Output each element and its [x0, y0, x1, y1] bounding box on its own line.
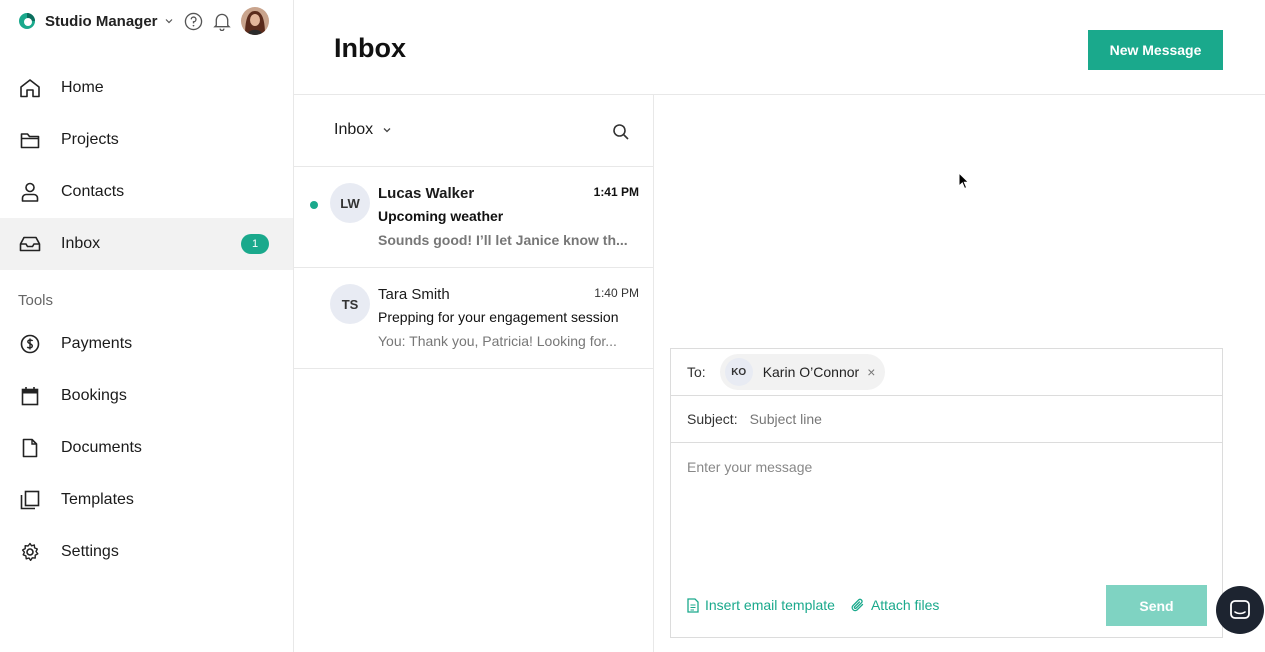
new-message-button[interactable]: New Message	[1088, 30, 1223, 70]
recipient-chip[interactable]: KO Karin O’Connor ×	[719, 354, 886, 390]
sidebar-item-label: Contacts	[61, 183, 125, 200]
sidebar-item-home[interactable]: Home	[0, 62, 293, 114]
chevron-down-icon	[165, 19, 172, 24]
chevron-down-icon	[383, 128, 391, 133]
sender-name: Tara Smith	[378, 286, 450, 303]
sender-avatar: TS	[330, 284, 370, 324]
paperclip-icon	[851, 598, 864, 611]
sidebar-item-contacts[interactable]: Contacts	[0, 166, 293, 218]
message-time: 1:40 PM	[594, 286, 639, 300]
dollar-icon	[19, 333, 41, 355]
insert-email-template-label: Insert email template	[705, 597, 835, 613]
attach-files-label: Attach files	[870, 597, 940, 613]
message-row[interactable]: LW Lucas Walker 1:41 PM Upcoming weather…	[294, 167, 653, 268]
sidebar-item-templates[interactable]: Templates	[0, 474, 293, 526]
calendar-icon	[19, 385, 41, 407]
message-subject: Upcoming weather	[378, 208, 504, 224]
chat-launcher-button[interactable]	[1216, 586, 1264, 634]
to-row: To: KO Karin O’Connor ×	[671, 349, 1222, 396]
sender-name: Lucas Walker	[378, 185, 475, 202]
sidebar-item-label: Home	[61, 79, 104, 96]
subject-row: Subject:	[671, 396, 1222, 443]
folder-dropdown[interactable]: Inbox	[334, 121, 392, 139]
message-list-header: Inbox	[294, 95, 653, 167]
help-icon[interactable]	[183, 11, 203, 31]
compose-panel: To: KO Karin O’Connor × Subject: Insert …	[670, 348, 1223, 638]
folder-icon	[19, 129, 41, 151]
sender-avatar: LW	[330, 183, 370, 223]
main-nav: Home Projects Contacts Inbox 1	[0, 62, 293, 270]
app-root: Studio Manager Home Projects Contacts In…	[0, 0, 1265, 652]
sidebar-item-label: Payments	[61, 335, 133, 352]
sidebar-item-label: Inbox	[61, 235, 101, 252]
search-icon[interactable]	[612, 123, 630, 141]
brand-name: Studio Manager	[45, 12, 158, 30]
top-utility-icons	[183, 7, 269, 35]
message-subject: Prepping for your engagement session	[378, 309, 619, 325]
folder-dropdown-label: Inbox	[334, 121, 374, 138]
sidebar-item-label: Documents	[61, 439, 142, 456]
sidebar-item-label: Projects	[61, 131, 119, 148]
message-row[interactable]: TS Tara Smith 1:40 PM Prepping for your …	[294, 268, 653, 369]
message-list: Inbox LW Lucas Walker 1:41 PM Upcoming w…	[294, 95, 654, 652]
remove-recipient-icon[interactable]: ×	[867, 364, 875, 380]
chat-icon	[1230, 600, 1250, 619]
sidebar-item-label: Bookings	[61, 387, 127, 404]
recipient-avatar: KO	[724, 358, 753, 386]
recipient-name: Karin O’Connor	[762, 364, 860, 380]
templates-icon	[19, 489, 41, 511]
sidebar-item-label: Templates	[61, 491, 134, 508]
message-body-input[interactable]	[671, 443, 1222, 573]
page-title: Inbox	[334, 33, 406, 63]
message-preview: Sounds good! I’ll let Janice know th...	[378, 232, 628, 248]
sidebar-item-payments[interactable]: Payments	[0, 318, 293, 370]
home-icon	[19, 77, 41, 99]
sidebar: Studio Manager Home Projects Contacts In…	[0, 0, 294, 652]
insert-email-template-button[interactable]: Insert email template	[687, 597, 835, 613]
gear-icon	[19, 541, 41, 563]
brand-switcher[interactable]: Studio Manager	[18, 10, 174, 32]
brand-logo-icon	[19, 13, 35, 29]
user-icon	[19, 181, 41, 203]
sidebar-item-settings[interactable]: Settings	[0, 526, 293, 578]
tools-heading: Tools	[18, 292, 54, 309]
send-button[interactable]: Send	[1106, 585, 1207, 626]
inbox-icon	[19, 233, 41, 255]
sidebar-item-bookings[interactable]: Bookings	[0, 370, 293, 422]
document-icon	[19, 437, 41, 459]
sidebar-item-inbox[interactable]: Inbox 1	[0, 218, 293, 270]
message-preview: You: Thank you, Patricia! Looking for...	[378, 333, 617, 349]
document-icon	[687, 597, 699, 613]
unread-indicator	[310, 201, 318, 209]
subject-input[interactable]	[749, 411, 1180, 427]
compose-actions: Insert email template Attach files	[687, 597, 955, 613]
attach-files-button[interactable]: Attach files	[851, 597, 939, 613]
to-label: To:	[687, 364, 706, 380]
sidebar-item-documents[interactable]: Documents	[0, 422, 293, 474]
sidebar-item-projects[interactable]: Projects	[0, 114, 293, 166]
user-avatar[interactable]	[241, 7, 269, 35]
unread-count-badge: 1	[241, 234, 269, 254]
subject-label: Subject:	[687, 411, 738, 427]
sidebar-item-label: Settings	[61, 543, 119, 560]
tools-nav: Payments Bookings Documents Templates Se…	[0, 318, 293, 578]
message-time: 1:41 PM	[593, 185, 639, 199]
mouse-cursor-icon	[958, 172, 970, 190]
bell-icon[interactable]	[212, 11, 232, 31]
